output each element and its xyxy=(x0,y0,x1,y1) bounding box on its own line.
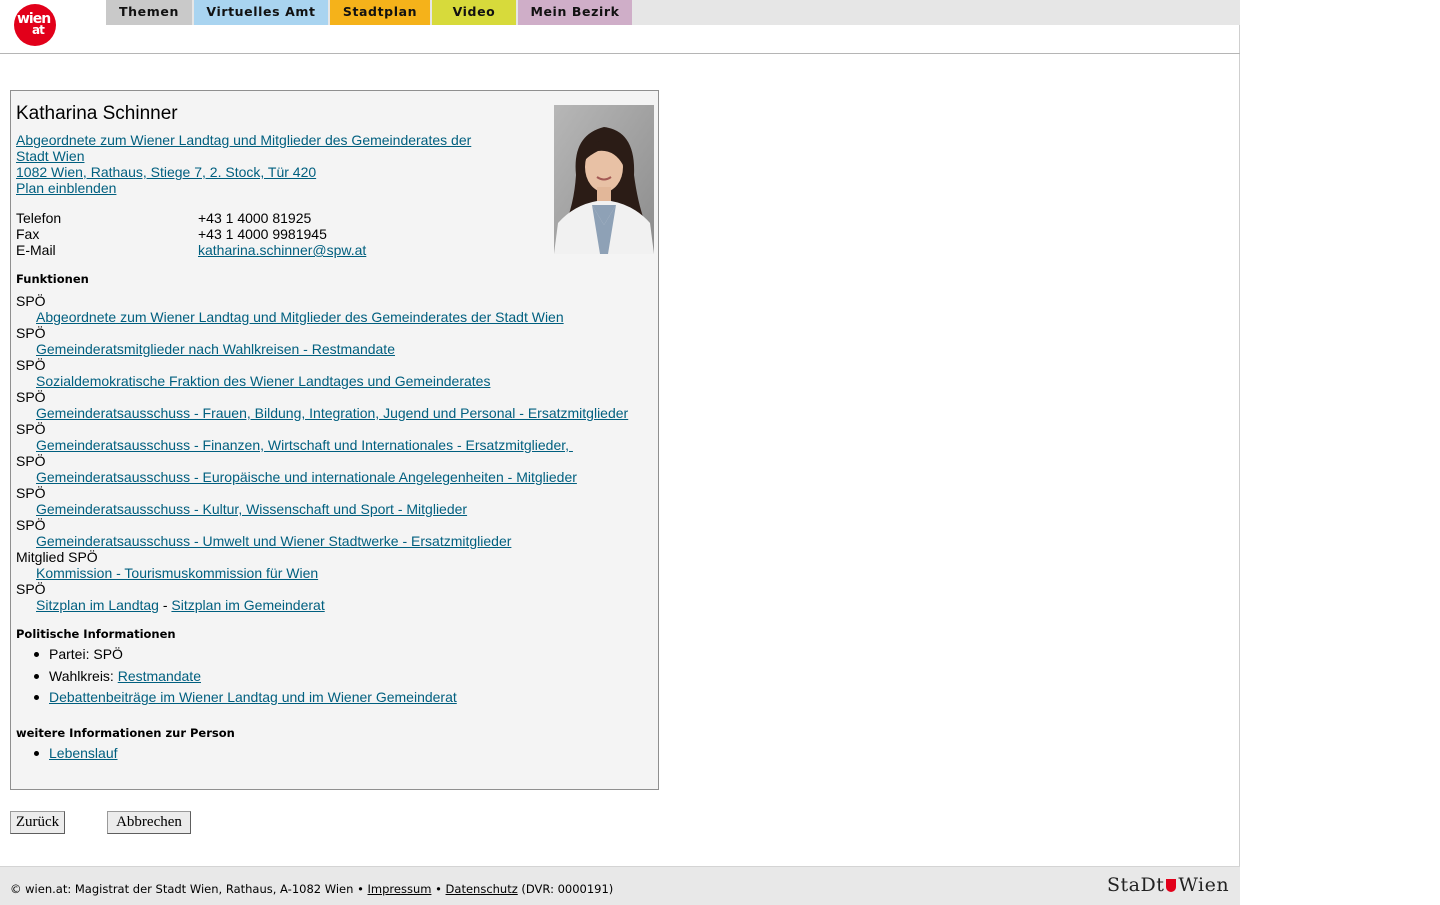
wahlkreis-link[interactable]: Restmandate xyxy=(118,668,201,684)
stadt-wien-logo[interactable]: StaDt Wien xyxy=(1107,874,1229,896)
funktion-link[interactable]: Abgeordnete zum Wiener Landtag und Mitgl… xyxy=(36,309,564,325)
wahlkreis-row: Wahlkreis: Restmandate xyxy=(49,668,201,685)
nav-tab-themen[interactable]: Themen xyxy=(106,0,192,25)
main-navigation: Themen Virtuelles Amt Stadtplan Video Me… xyxy=(106,0,1240,25)
person-photo xyxy=(554,105,654,254)
footer: © wien.at: Magistrat der Stadt Wien, Rat… xyxy=(0,866,1240,905)
funktion-link[interactable]: Gemeinderatsmitglieder nach Wahlkreisen … xyxy=(36,341,395,357)
email-link[interactable]: katharina.schinner@spw.at xyxy=(198,242,366,258)
funktion-link[interactable]: Gemeinderatsausschuss - Kultur, Wissensc… xyxy=(36,501,467,517)
right-gutter xyxy=(1240,0,1440,905)
footer-separator: • xyxy=(431,882,446,896)
funktionen-heading: Funktionen xyxy=(16,272,89,286)
funktion-party: SPÖ xyxy=(16,453,46,469)
funktion-party: SPÖ xyxy=(16,389,46,405)
funktion-link[interactable]: Gemeinderatsausschuss - Umwelt und Wiene… xyxy=(36,533,511,549)
funktion-party: SPÖ xyxy=(16,581,46,597)
funktion-link[interactable]: Kommission - Tourismuskommission für Wie… xyxy=(36,565,318,581)
nav-tab-mein-bezirk[interactable]: Mein Bezirk xyxy=(518,0,632,25)
nav-tab-stadtplan[interactable]: Stadtplan xyxy=(330,0,430,25)
datenschutz-link[interactable]: Datenschutz xyxy=(446,882,518,896)
contact-value-telefon: +43 1 4000 81925 xyxy=(198,210,312,226)
funktion-party: SPÖ xyxy=(16,293,46,309)
logo-text-bottom: at xyxy=(32,23,45,37)
role-link-line1[interactable]: Abgeordnete zum Wiener Landtag und Mitgl… xyxy=(16,132,471,148)
funktion-party: SPÖ xyxy=(16,485,46,501)
person-card: Katharina Schinner Abgeordnete zum Wiene… xyxy=(10,90,659,790)
lebenslauf-link[interactable]: Lebenslauf xyxy=(49,745,118,761)
portrait-image xyxy=(554,105,654,254)
person-name: Katharina Schinner xyxy=(16,103,178,124)
weitere-informationen-heading: weitere Informationen zur Person xyxy=(16,726,235,740)
header-divider xyxy=(0,53,1240,54)
funktion-link[interactable]: Gemeinderatsausschuss - Frauen, Bildung,… xyxy=(36,405,628,421)
funktion-party: SPÖ xyxy=(16,421,46,437)
sitzplan-landtag-link[interactable]: Sitzplan im Landtag xyxy=(36,597,159,613)
footer-dvr: (DVR: 0000191) xyxy=(517,882,614,896)
back-button[interactable]: Zurück xyxy=(10,811,65,834)
cancel-button[interactable]: Abbrechen xyxy=(107,811,191,834)
contact-value-fax: +43 1 4000 9981945 xyxy=(198,226,327,242)
brand-left: StaDt xyxy=(1107,874,1165,896)
contact-label-telefon: Telefon xyxy=(16,210,62,226)
funktion-party: SPÖ xyxy=(16,325,46,341)
bullet-icon xyxy=(34,652,39,657)
sitzplan-separator: - xyxy=(158,597,172,613)
bullet-icon xyxy=(34,674,39,679)
debattenbeitraege-link[interactable]: Debattenbeiträge im Wiener Landtag und i… xyxy=(49,689,457,705)
wahlkreis-label: Wahlkreis: xyxy=(49,668,118,684)
footer-text: © wien.at: Magistrat der Stadt Wien, Rat… xyxy=(10,882,613,896)
funktion-party: SPÖ xyxy=(16,517,46,533)
sitzplan-gemeinderat-link[interactable]: Sitzplan im Gemeinderat xyxy=(171,597,324,613)
address-link[interactable]: 1082 Wien, Rathaus, Stiege 7, 2. Stock, … xyxy=(16,164,316,180)
page: wien at Themen Virtuelles Amt Stadtplan … xyxy=(0,0,1240,905)
funktion-party: SPÖ xyxy=(16,357,46,373)
footer-copyright: © wien.at: Magistrat der Stadt Wien, Rat… xyxy=(10,882,368,896)
plan-einblenden-link[interactable]: Plan einblenden xyxy=(16,180,116,196)
wien-at-logo[interactable]: wien at xyxy=(14,4,56,46)
impressum-link[interactable]: Impressum xyxy=(368,882,432,896)
nav-tab-video[interactable]: Video xyxy=(432,0,516,25)
role-link-line2[interactable]: Stadt Wien xyxy=(16,148,84,164)
contact-label-fax: Fax xyxy=(16,226,40,242)
bullet-icon xyxy=(34,751,39,756)
brand-right: Wien xyxy=(1178,874,1230,896)
funktion-party: Mitglied SPÖ xyxy=(16,549,98,565)
sitzplan-row: Sitzplan im Landtag - Sitzplan im Gemein… xyxy=(36,597,325,614)
funktion-link[interactable]: Sozialdemokratische Fraktion des Wiener … xyxy=(36,373,490,389)
partei-text: Partei: SPÖ xyxy=(49,646,123,662)
politische-informationen-heading: Politische Informationen xyxy=(16,627,176,641)
wien-shield-icon xyxy=(1166,879,1177,892)
funktion-link[interactable]: Gemeinderatsausschuss - Europäische und … xyxy=(36,469,577,485)
funktion-link[interactable]: Gemeinderatsausschuss - Finanzen, Wirtsc… xyxy=(36,437,573,453)
nav-tab-virtuelles-amt[interactable]: Virtuelles Amt xyxy=(194,0,328,25)
bullet-icon xyxy=(34,695,39,700)
contact-label-email: E-Mail xyxy=(16,242,56,258)
